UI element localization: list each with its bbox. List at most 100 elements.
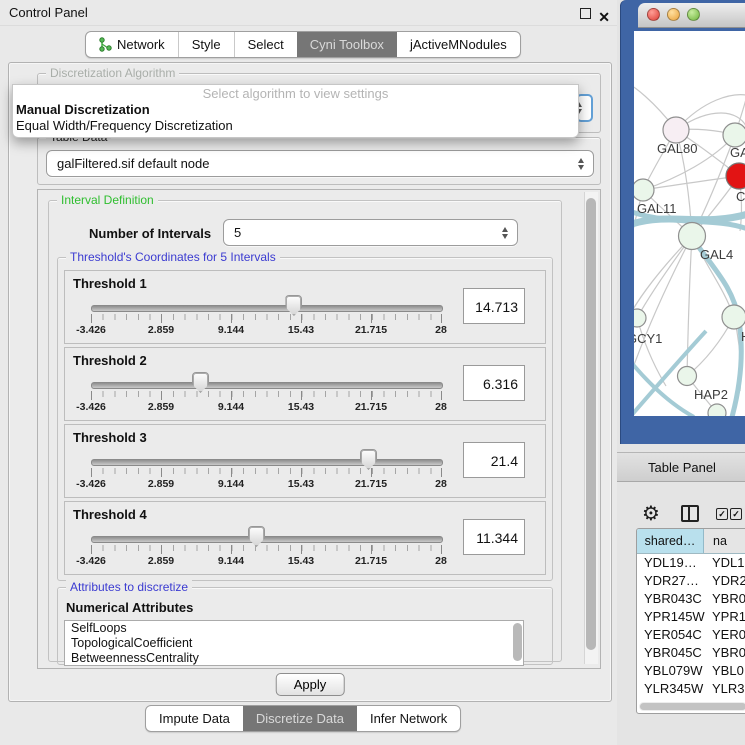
network-canvas[interactable]: GAL80 GA C GAL11 GAL4 GCY1 H HAP2: [634, 31, 745, 416]
threshold-label: Threshold 1: [73, 276, 147, 291]
tab-infer-network[interactable]: Infer Network: [357, 706, 460, 731]
number-of-intervals-combo[interactable]: 5: [223, 219, 518, 246]
column-header-name[interactable]: na: [704, 529, 745, 553]
node-gal80[interactable]: [663, 117, 689, 143]
node-label: C: [736, 189, 745, 204]
list-item[interactable]: BetweennessCentrality: [65, 651, 523, 666]
attributes-group-title: Attributes to discretize: [66, 580, 192, 594]
close-icon[interactable]: ✕: [598, 4, 610, 30]
table-data-combo[interactable]: galFiltered.sif default node: [46, 150, 594, 177]
control-panel-window: Control Panel ✕ Network Style Select Cyn…: [0, 0, 618, 745]
table-row[interactable]: YER054CYER0: [637, 626, 745, 644]
minimize-traffic-light[interactable]: [667, 8, 680, 21]
table-panel-titlebar: Table Panel: [617, 452, 745, 482]
tab-label: Discretize Data: [256, 711, 344, 726]
list-item[interactable]: SelfLoops: [65, 621, 523, 636]
node-selected-red[interactable]: [726, 163, 745, 189]
control-panel-tabbar: Network Style Select Cyni Toolbox jActiv…: [85, 31, 521, 58]
threshold-slider[interactable]: [91, 536, 443, 543]
node[interactable]: [722, 305, 745, 329]
float-window-icon[interactable]: [580, 8, 591, 19]
tab-select[interactable]: Select: [234, 32, 297, 57]
threshold-row: Threshold 4 -3.426 2.859 9.144 21.715 15…: [64, 501, 546, 575]
interval-definition-group: Interval Definition Number of Intervals …: [48, 200, 562, 662]
network-nodes[interactable]: [634, 117, 745, 416]
threshold-value-field[interactable]: 11.344: [463, 519, 525, 555]
slider-ticks: [91, 314, 442, 320]
table-data-combo-value: galFiltered.sif default node: [57, 151, 209, 176]
panel-scrollbar[interactable]: [584, 192, 598, 664]
slider-axis-labels: -3.426 2.859 9.144 21.715 15.43 28: [91, 555, 441, 568]
node-gal4[interactable]: [679, 223, 706, 250]
threshold-value-field[interactable]: 6.316: [463, 365, 525, 401]
node[interactable]: [708, 404, 726, 416]
list-scrollbar[interactable]: [513, 623, 522, 661]
interval-definition-title: Interval Definition: [57, 193, 158, 207]
column-header-shared-name[interactable]: shared…: [637, 529, 704, 553]
threshold-value-field[interactable]: 14.713: [463, 288, 525, 324]
table-row[interactable]: YPR145WYPR1: [637, 608, 745, 626]
slider-thumb[interactable]: [285, 295, 302, 316]
threshold-value-field[interactable]: 21.4: [463, 442, 525, 478]
node[interactable]: [723, 123, 745, 147]
slider-ticks: [91, 468, 442, 474]
right-region: GAL80 GA C GAL11 GAL4 GCY1 H HAP2 Table …: [617, 0, 745, 745]
slider-thumb[interactable]: [192, 372, 209, 393]
threshold-row: Threshold 1 -3.426 2.859 9.144 15.43 21.…: [64, 270, 546, 344]
scrollbar-thumb[interactable]: [586, 198, 596, 650]
table-row[interactable]: YBR043CYBR0: [637, 590, 745, 608]
node-gcy1[interactable]: [634, 309, 646, 327]
node-hap2[interactable]: [678, 367, 697, 386]
attributes-list: SelfLoops TopologicalCoefficient Between…: [64, 620, 524, 666]
table-row[interactable]: YLR345WYLR3: [637, 680, 745, 698]
threshold-label: Threshold 3: [73, 430, 147, 445]
slider-ticks: [91, 391, 442, 397]
threshold-row: Threshold 3 -3.426 2.859 9.144 15.43 21.…: [64, 424, 546, 498]
zoom-traffic-light[interactable]: [687, 8, 700, 21]
checkbox-icon[interactable]: ✓: [730, 508, 742, 520]
attributes-group: Attributes to discretize Numerical Attri…: [57, 587, 553, 665]
tab-label: Cyni Toolbox: [310, 37, 384, 52]
network-view-window: GAL80 GA C GAL11 GAL4 GCY1 H HAP2: [620, 0, 745, 444]
table-row[interactable]: YBL079WYBL0: [637, 662, 745, 680]
table-row[interactable]: YDR27…YDR2: [637, 572, 745, 590]
scrollbar-thumb[interactable]: [640, 703, 745, 710]
table-data-group: Table Data galFiltered.sif default node: [37, 137, 601, 185]
table-horizontal-scrollbar[interactable]: [639, 702, 745, 711]
spinner-arrows-icon: [577, 157, 586, 171]
slider-ticks: [91, 545, 442, 551]
node-table: shared… na YDL19…YDL1 YDR27…YDR2 YBR043C…: [636, 528, 745, 714]
node-gal11[interactable]: [634, 179, 654, 201]
node-label: GA: [730, 145, 745, 160]
threshold-slider[interactable]: [91, 459, 443, 466]
tab-style[interactable]: Style: [178, 32, 234, 57]
table-row[interactable]: YDL19…YDL1: [637, 554, 745, 572]
tab-label: jActiveMNodules: [410, 37, 507, 52]
checkbox-icon[interactable]: ✓: [716, 508, 728, 520]
threshold-slider[interactable]: [91, 382, 443, 389]
slider-thumb[interactable]: [248, 526, 265, 547]
table-row[interactable]: YBR045CYBR0: [637, 644, 745, 662]
apply-button[interactable]: Apply: [276, 673, 345, 696]
number-of-intervals-label: Number of Intervals: [89, 226, 211, 241]
number-of-intervals-value: 5: [234, 220, 241, 245]
tab-cyni-toolbox[interactable]: Cyni Toolbox: [297, 32, 397, 57]
table-panel-title: Table Panel: [648, 460, 716, 475]
tab-label: Select: [248, 37, 284, 52]
thresholds-group: Threshold's Coordinates for 5 Intervals …: [57, 257, 553, 581]
tab-impute-data[interactable]: Impute Data: [146, 706, 243, 731]
dropdown-option-manual-discretization[interactable]: Manual Discretization: [13, 102, 578, 118]
slider-thumb[interactable]: [360, 449, 377, 470]
close-traffic-light[interactable]: [647, 8, 660, 21]
bottom-tabbar: Impute Data Discretize Data Infer Networ…: [145, 705, 461, 732]
list-item[interactable]: TopologicalCoefficient: [65, 636, 523, 651]
tab-network[interactable]: Network: [86, 32, 178, 57]
spinner-arrows-icon: [501, 226, 510, 240]
columns-icon[interactable]: [681, 505, 699, 522]
tab-discretize-data[interactable]: Discretize Data: [243, 706, 357, 731]
gear-icon[interactable]: ⚙: [642, 501, 660, 525]
tab-jactivemnodules[interactable]: jActiveMNodules: [397, 32, 520, 57]
control-panel-titlebar: Control Panel ✕: [0, 0, 617, 26]
dropdown-option-equal-width[interactable]: Equal Width/Frequency Discretization: [13, 118, 578, 134]
threshold-slider[interactable]: [91, 305, 443, 312]
